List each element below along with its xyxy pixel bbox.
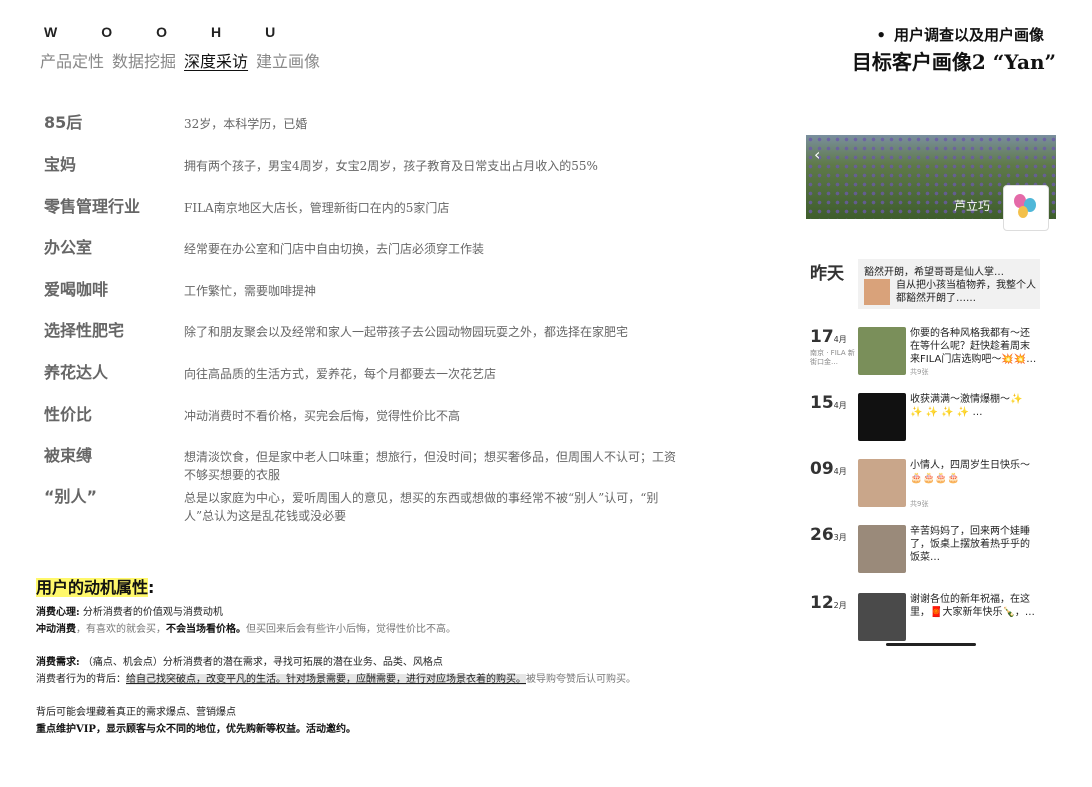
note-gray: 但买回来后会有些许小后悔，觉得性价比不高。	[246, 624, 456, 635]
user-name: 芦立巧	[954, 199, 991, 213]
brand-logo: WOOHU	[44, 24, 320, 40]
trait-row: 性价比 冲动消费时不看价格，买完会后悔，觉得性价比不高	[44, 404, 684, 445]
post-thumbnail[interactable]	[858, 525, 906, 573]
nav-item-persona[interactable]: 建立画像	[256, 48, 320, 72]
trait-label: 85后	[44, 113, 83, 132]
trait-label: 选择性肥宅	[44, 321, 125, 340]
trait-desc: 工作繁忙，需要咖啡提神	[184, 284, 317, 298]
post-text: 小情人，四周岁生日快乐～🎂🎂🎂🎂	[910, 460, 1030, 484]
note-bold: 消费心理:	[36, 607, 80, 618]
trait-row: 85后 32岁，本科学历，已婚	[44, 112, 684, 154]
top-navigation: 产品定性 数据挖掘 深度采访 建立画像	[40, 48, 320, 72]
note-bold: 消费需求:	[36, 657, 80, 668]
note-text: ，有喜欢的就会买，	[76, 624, 166, 635]
post-photo-count: 共9张	[910, 368, 929, 376]
post-text: 收获满满～激情爆棚～✨ ✨ ✨ ✨ ✨ …	[910, 394, 1023, 418]
post-date: 昨天	[810, 264, 844, 284]
post-text: 豁然开朗，希望哥哥是仙人掌…	[864, 267, 1004, 278]
trait-row: 被束缚 想清淡饮食，但是家中老人口味重；想旅行，但没时间；想买奢侈品，但周围人不认…	[44, 445, 684, 486]
note-bold: 重点维护VIP，显示顾客与众不同的地位，优先购新等权益。活动邀约。	[36, 724, 356, 735]
section-title: 用户调查以及用户画像	[876, 24, 1044, 45]
trait-label: 性价比	[44, 405, 93, 424]
trait-desc: 除了和朋友聚会以及经常和家人一起带孩子去公园动物园玩耍之外，都选择在家肥宅	[184, 325, 629, 339]
post-thumbnail[interactable]	[858, 593, 906, 641]
post-photo-count: 共9张	[910, 500, 929, 508]
post-date: 174月	[810, 327, 847, 347]
nav-item-data[interactable]: 数据挖掘	[112, 48, 176, 72]
post-thumbnail[interactable]	[858, 327, 906, 375]
note-line: 消费者行为的背后：给自己找突破点，改变平凡的生活。针对场景需要，应酬需要，进行对…	[36, 671, 656, 688]
trait-label: 宝妈	[44, 155, 77, 174]
motive-heading-colon: :	[148, 578, 155, 597]
trait-desc: FILA南京地区大店长，管理新街口在内的5家门店	[184, 201, 450, 215]
trait-row: “别人” 总是以家庭为中心，爱听周围人的意见，想买的东西或想做的事经常不被“别人”…	[44, 486, 684, 528]
post-date: 263月	[810, 525, 847, 545]
trait-row: 选择性肥宅 除了和朋友聚会以及经常和家人一起带孩子去公园动物园玩耍之外，都选择在家…	[44, 320, 684, 362]
post-location: 南京 · FILA 新街口金…	[810, 349, 855, 366]
note-line: 重点维护VIP，显示顾客与众不同的地位，优先购新等权益。活动邀约。	[36, 721, 656, 738]
moments-feed: ‹ 芦立巧 昨天 豁然开朗，希望哥哥是仙人掌… 自从把小孩当植物养，我整个人都豁…	[806, 135, 1056, 650]
trait-row: 爱喝咖啡 工作繁忙，需要咖啡提神	[44, 279, 684, 320]
motive-heading-text: 用户的动机属性	[36, 578, 149, 597]
trait-desc: 经常要在办公室和门店中自由切换，去门店必须穿工作装	[184, 242, 485, 256]
note-line: 冲动消费，有喜欢的就会买，不会当场看价格。但买回来后会有些许小后悔，觉得性价比不…	[36, 621, 656, 638]
trait-list: 85后 32岁，本科学历，已婚 宝妈 拥有两个孩子，男宝4周岁，女宝2周岁，孩子教育…	[44, 112, 684, 528]
trait-label: 被束缚	[44, 446, 93, 465]
trait-desc: 冲动消费时不看价格，买完会后悔，觉得性价比不高	[184, 409, 461, 423]
motive-heading: 用户的动机属性:	[36, 574, 154, 598]
post-thumbnail[interactable]	[858, 393, 906, 441]
note-text: 分析消费者的价值观与消费动机	[79, 607, 223, 618]
note-bold: 不会当场看价格。	[166, 624, 246, 635]
trait-label: 养花达人	[44, 363, 109, 382]
note-text: （痛点、机会点）分析消费者的潜在需求，寻找可拓展的潜在业务、品类、风格点	[79, 657, 443, 668]
avatar[interactable]	[1003, 185, 1049, 231]
trait-label: “别人”	[44, 487, 98, 506]
post-text: 自从把小孩当植物养，我整个人都豁然开朗了……	[896, 280, 1036, 304]
post-thumbnail	[864, 279, 890, 305]
post-date: 122月	[810, 593, 847, 613]
post-date: 094月	[810, 459, 847, 479]
chevron-left-icon[interactable]: ‹	[814, 145, 820, 164]
post-text: 你要的各种风格我都有～还在等什么呢？赶快趁着周末来FILA门店选购吧～💥💥…	[910, 328, 1037, 365]
note-line: 消费心理: 分析消费者的价值观与消费动机	[36, 604, 656, 621]
nav-item-product[interactable]: 产品定性	[40, 48, 104, 72]
trait-row: 宝妈 拥有两个孩子，男宝4周岁，女宝2周岁，孩子教育及日常支出占月收入的55%	[44, 154, 684, 196]
note-line: 背后可能会埋藏着真正的需求爆点、营销爆点	[36, 707, 236, 718]
scrollbar[interactable]	[886, 643, 976, 646]
trait-label: 办公室	[44, 238, 93, 257]
nav-item-interview[interactable]: 深度采访	[184, 48, 248, 72]
trait-label: 爱喝咖啡	[44, 280, 109, 299]
trait-desc: 拥有两个孩子，男宝4周岁，女宝2周岁，孩子教育及日常支出占月收入的55%	[184, 159, 598, 173]
note-gray: 被导购夸赞后认可购买。	[526, 674, 636, 685]
post-thumbnail[interactable]	[858, 459, 906, 507]
motive-notes: 消费心理: 分析消费者的价值观与消费动机 冲动消费，有喜欢的就会买，不会当场看价…	[36, 604, 656, 738]
note-highlight: 给自己找突破点，改变平凡的生活。针对场景需要，应酬需要，进行对应场景衣着的购买。	[126, 674, 526, 685]
trait-row: 养花达人 向往高品质的生活方式，爱养花，每个月都要去一次花艺店	[44, 362, 684, 404]
trait-desc: 向往高品质的生活方式，爱养花，每个月都要去一次花艺店	[184, 367, 497, 381]
post-date: 154月	[810, 393, 847, 413]
post-shared-link[interactable]: 豁然开朗，希望哥哥是仙人掌… 自从把小孩当植物养，我整个人都豁然开朗了……	[858, 259, 1040, 309]
note-line: 消费需求: （痛点、机会点）分析消费者的潜在需求，寻找可拓展的潜在业务、品类、风…	[36, 654, 656, 671]
post-text: 谢谢各位的新年祝福，在这里，🧧大家新年快乐🍾，…	[910, 594, 1035, 618]
trait-label: 零售管理行业	[44, 197, 141, 216]
trait-row: 办公室 经常要在办公室和门店中自由切换，去门店必须穿工作装	[44, 237, 684, 279]
note-text: 消费者行为的背后：	[36, 674, 126, 685]
trait-row: 零售管理行业 FILA南京地区大店长，管理新街口在内的5家门店	[44, 196, 684, 237]
trait-desc: 32岁，本科学历，已婚	[184, 117, 308, 131]
note-bold: 冲动消费	[36, 624, 76, 635]
page-title: 目标客户画像2 “Yan”	[851, 50, 1056, 74]
post-text: 辛苦妈妈了，回来两个娃睡了，饭桌上摆放着热乎乎的饭菜…	[910, 526, 1030, 563]
trait-desc: 想清淡饮食，但是家中老人口味重；想旅行，但没时间；想买奢侈品，但周围人不认可；工…	[184, 450, 677, 482]
trait-desc: 总是以家庭为中心，爱听周围人的意见，想买的东西或想做的事经常不被“别人”认可，“…	[184, 491, 659, 523]
